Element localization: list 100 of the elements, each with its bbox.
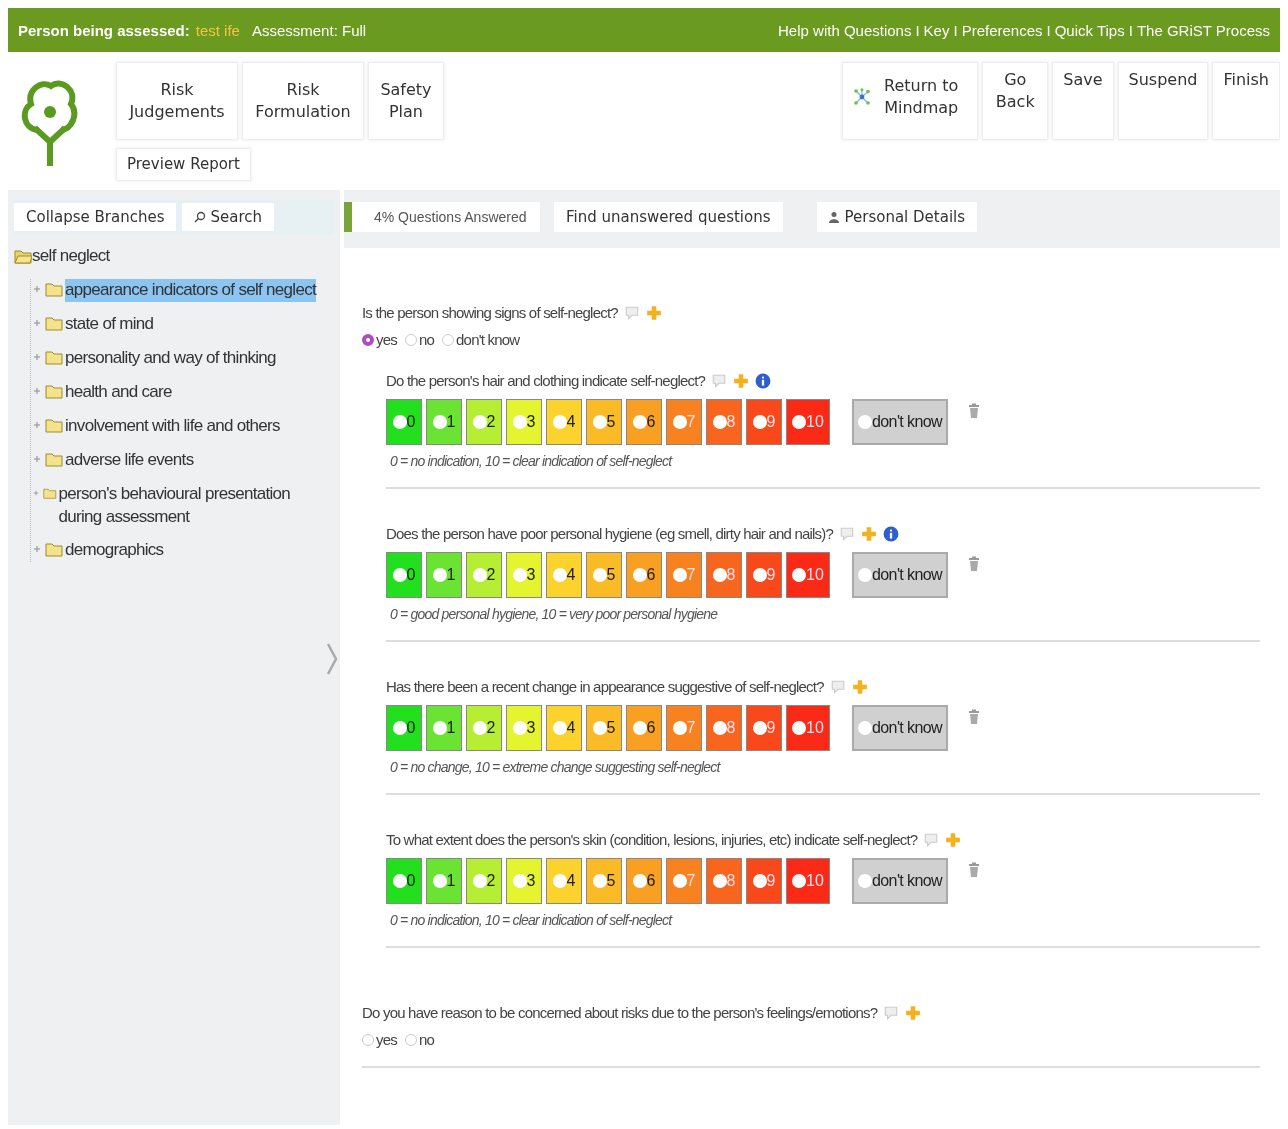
comment-icon[interactable]	[623, 304, 640, 321]
comment-icon[interactable]	[923, 831, 940, 848]
search-icon	[194, 211, 207, 223]
rating-option[interactable]: 4	[546, 399, 582, 445]
rating-option[interactable]: 0	[386, 705, 422, 751]
rating-option[interactable]: 6	[626, 705, 662, 751]
rating-option[interactable]: 2	[466, 705, 502, 751]
progress-label: 4% Questions Answered	[374, 209, 527, 225]
rating-option[interactable]: 4	[546, 705, 582, 751]
expand-icon[interactable]	[33, 318, 41, 327]
info-icon[interactable]	[883, 525, 899, 542]
rating-option[interactable]: 2	[466, 399, 502, 445]
expand-icon[interactable]	[33, 420, 41, 429]
folder-icon	[45, 541, 63, 558]
link-separator: I	[953, 21, 958, 39]
info-icon[interactable]	[755, 372, 772, 389]
question-text: Do you have reason to be concerned about risks due to the person's feelings/emotions?	[362, 1004, 878, 1021]
plus-icon[interactable]	[945, 831, 962, 848]
rating-option[interactable]: 6	[626, 399, 662, 445]
rating-option[interactable]: 5	[586, 858, 622, 904]
person-name: test ife	[195, 21, 240, 39]
tree-item[interactable]: involvement with life and others	[65, 414, 280, 438]
plus-icon[interactable]	[861, 525, 877, 542]
radio-option[interactable]: yes	[362, 331, 397, 348]
tree-item[interactable]: demographics	[65, 539, 164, 563]
rating-option[interactable]: 1	[426, 399, 462, 445]
collapse-panel-chevron-icon[interactable]	[326, 642, 338, 676]
rating-option[interactable]: 4	[546, 858, 582, 904]
rating-option[interactable]: 6	[626, 552, 662, 598]
expand-icon[interactable]	[33, 488, 39, 497]
rating-option[interactable]: 0	[386, 399, 422, 445]
tree-item[interactable]: person's behavioural presentation during assessment	[58, 482, 334, 529]
expand-icon[interactable]	[33, 386, 41, 395]
rating-option[interactable]: 0	[386, 552, 422, 598]
tree-item[interactable]: health and care	[65, 380, 172, 404]
radio-option[interactable]: no	[404, 331, 435, 348]
plus-icon[interactable]	[851, 678, 868, 695]
tree-item[interactable]: personality and way of thinking	[65, 346, 276, 370]
rating-option[interactable]: 3	[506, 399, 542, 445]
comment-icon[interactable]	[711, 372, 728, 389]
comment-icon[interactable]	[883, 1004, 900, 1021]
rating-option[interactable]: 5	[586, 552, 622, 598]
rating-option[interactable]: 2	[466, 858, 502, 904]
question-text: Do the person's hair and clothing indicate self-neglect?	[386, 372, 706, 389]
dont-know-option[interactable]: don't know	[852, 399, 948, 445]
tree-item[interactable]: state of mind	[65, 312, 154, 336]
rating-option[interactable]: 5	[586, 705, 622, 751]
tree-item[interactable]: self neglect	[32, 245, 110, 268]
nav-button[interactable]: Risk Judgements	[116, 62, 238, 140]
rating-option[interactable]: 5	[586, 399, 622, 445]
plus-icon[interactable]	[645, 304, 662, 321]
rating-option[interactable]: 2	[466, 552, 502, 598]
question-text: Does the person have poor personal hygiene (eg smell, dirty hair and nails)?	[386, 525, 833, 542]
rating-option[interactable]: 3	[506, 552, 542, 598]
dont-know-option[interactable]: don't know	[852, 552, 948, 598]
plus-icon[interactable]	[733, 372, 750, 389]
mindmap-button[interactable]: Return to Mindmap	[842, 62, 979, 140]
scale-legend: 0 = no indication, 10 = clear indication of self-neglect	[390, 912, 1260, 928]
dont-know-option[interactable]: don't know	[852, 705, 948, 751]
rating-option[interactable]: 1	[426, 705, 462, 751]
folder-icon	[45, 280, 63, 297]
expand-icon[interactable]	[33, 352, 41, 361]
personal-details-button[interactable]: Personal Details	[816, 202, 978, 232]
folder-icon	[45, 314, 63, 331]
rating-option[interactable]: 4	[546, 552, 582, 598]
preview-report-button[interactable]: Preview Report	[116, 148, 251, 181]
folder-icon	[45, 382, 63, 399]
header-action-button[interactable]: Save	[1052, 62, 1114, 140]
comment-icon[interactable]	[839, 525, 855, 542]
radio-option[interactable]: don't know	[442, 331, 520, 348]
expand-icon[interactable]	[33, 545, 41, 554]
radio-option[interactable]: no	[404, 1031, 435, 1048]
tree-item[interactable]: appearance indicators of self neglect	[65, 278, 316, 302]
search-button[interactable]: Search	[182, 203, 274, 231]
nav-button[interactable]: Safety Plan	[368, 62, 444, 140]
folder-icon	[45, 348, 63, 365]
folder-icon	[45, 450, 63, 467]
nav-button[interactable]: Risk Formulation	[242, 62, 364, 140]
folder-icon	[45, 416, 63, 433]
rating-option[interactable]: 3	[506, 858, 542, 904]
rating-option[interactable]: 1	[426, 858, 462, 904]
person-icon	[828, 211, 839, 223]
radio-option[interactable]: yes	[362, 1031, 397, 1048]
rating-option[interactable]: 6	[626, 858, 662, 904]
comment-icon[interactable]	[829, 678, 846, 695]
expand-icon[interactable]	[33, 284, 41, 293]
collapse-branches-button[interactable]: Collapse Branches	[14, 203, 177, 231]
question-text: Has there been a recent change in appearance suggestive of self-neglect?	[386, 678, 824, 695]
scale-legend: 0 = no indication, 10 = clear indication of self-neglect	[390, 453, 1260, 469]
expand-icon[interactable]	[33, 454, 41, 463]
dont-know-option[interactable]: don't know	[852, 858, 948, 904]
plus-icon[interactable]	[905, 1004, 922, 1021]
header-action-button[interactable]: Suspend	[1117, 62, 1209, 140]
find-unanswered-button[interactable]: Find unanswered questions	[554, 202, 783, 232]
tree-item[interactable]: adverse life events	[65, 448, 194, 472]
rating-option[interactable]: 0	[386, 858, 422, 904]
header-action-button[interactable]: Go Back	[982, 62, 1049, 140]
header-action-button[interactable]: Finish	[1212, 62, 1280, 140]
rating-option[interactable]: 1	[426, 552, 462, 598]
rating-option[interactable]: 3	[506, 705, 542, 751]
